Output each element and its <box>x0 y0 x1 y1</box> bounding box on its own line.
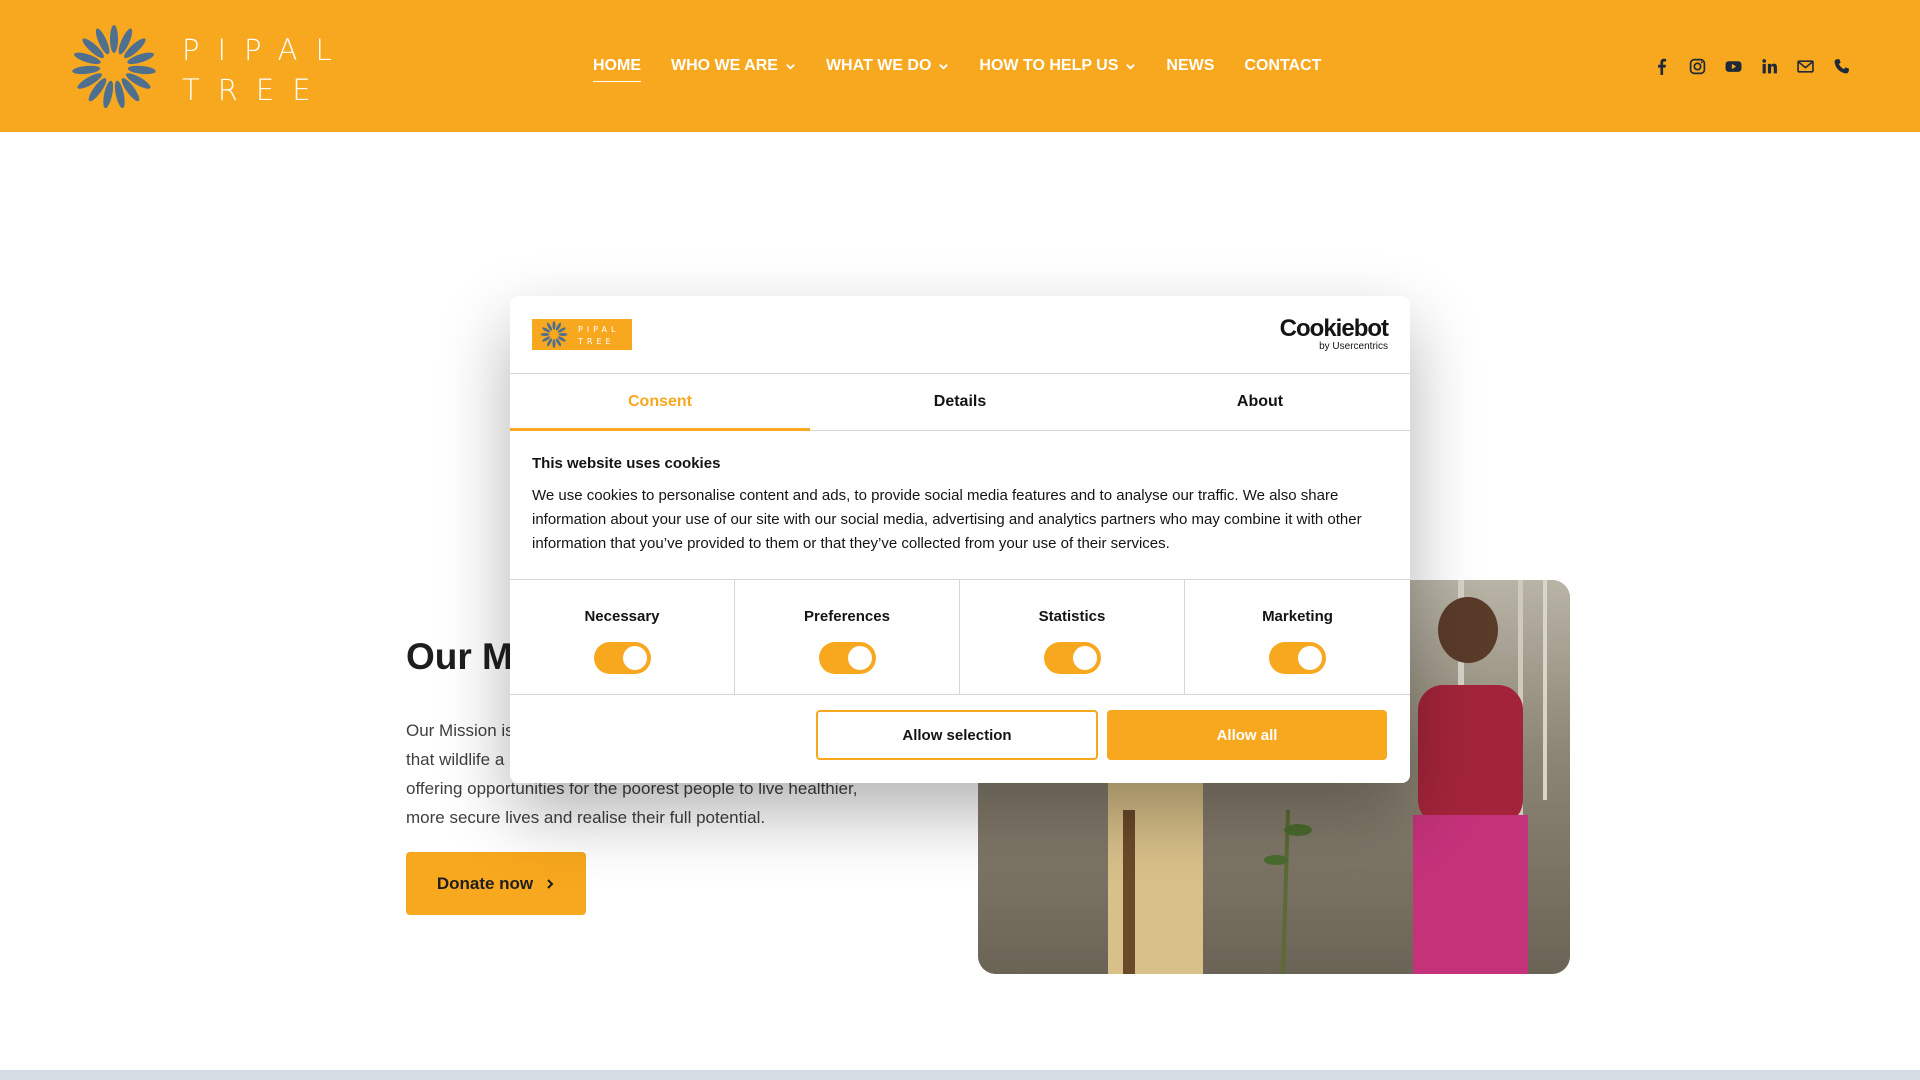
logo-line-2: TREE <box>577 337 615 346</box>
preferences-toggle[interactable] <box>818 642 876 674</box>
toggle-knob <box>847 646 872 670</box>
toggle-knob <box>1072 646 1097 670</box>
mission-title: Our Mi <box>406 636 524 677</box>
logo-wordmark: PIPAL TREE <box>182 30 350 110</box>
cookie-tabs: Consent Details About <box>510 373 1410 431</box>
logo-line-1: PIPAL <box>578 325 619 334</box>
category-preferences: Preferences <box>735 580 960 694</box>
mission-text-line: more secure lives and realise their full… <box>406 808 766 827</box>
cookie-heading: This website uses cookies <box>532 455 721 472</box>
chevron-down-icon <box>939 63 949 70</box>
category-label: Marketing <box>1262 608 1333 625</box>
nav-item-label: WHAT WE DO <box>825 57 932 74</box>
allow-all-button[interactable]: Allow all <box>1107 710 1387 760</box>
statistics-toggle[interactable] <box>1043 642 1101 674</box>
tab-about[interactable]: About <box>1110 373 1410 430</box>
nav-item-what-we-do[interactable]: WHAT WE DO <box>826 52 949 80</box>
marketing-toggle[interactable] <box>1269 642 1326 674</box>
pipal-sun-icon <box>72 25 156 109</box>
cookie-description: We use cookies to personalise content an… <box>532 487 1362 552</box>
cookie-body: This website uses cookies We use cookies… <box>532 455 1388 556</box>
category-label: Preferences <box>804 608 890 625</box>
nav-item-news[interactable]: NEWS <box>1166 52 1214 80</box>
footer-strip <box>0 1070 1920 1080</box>
pipal-tree-logo: PIPAL TREE <box>532 319 632 350</box>
logo-line-2: TREE <box>182 73 329 107</box>
cookiebot-logo[interactable]: Cookiebot by Usercentrics <box>1279 315 1389 353</box>
site-logo[interactable]: PIPAL TREE <box>70 24 340 110</box>
email-icon[interactable] <box>1795 56 1815 76</box>
chevron-down-icon <box>786 63 795 70</box>
nav-item-home[interactable]: HOME <box>593 52 641 82</box>
necessary-toggle[interactable] <box>593 642 651 674</box>
category-label: Statistics <box>1038 608 1106 625</box>
category-marketing: Marketing <box>1185 580 1410 694</box>
donate-button-label: Donate now <box>436 873 534 893</box>
category-statistics: Statistics <box>960 580 1185 694</box>
cookie-consent-dialog: PIPAL TREE Cookiebot by Usercentrics Con… <box>510 296 1410 783</box>
allow-selection-button[interactable]: Allow selection <box>816 710 1098 760</box>
instagram-icon[interactable] <box>1687 56 1707 76</box>
social-links <box>1651 56 1867 76</box>
nav-item-who-we-are[interactable]: WHO WE ARE <box>671 52 796 80</box>
cookiebot-sub: by Usercentrics <box>1319 341 1388 352</box>
logo-line-1: PIPAL <box>182 33 350 67</box>
toggle-knob <box>1298 646 1322 670</box>
category-necessary: Necessary <box>510 580 735 694</box>
nav-item-label: NEWS <box>1166 57 1215 74</box>
nav-item-label: HOW TO HELP US <box>979 57 1119 74</box>
nav-item-contact[interactable]: CONTACT <box>1244 52 1321 80</box>
category-label: Necessary <box>584 608 660 625</box>
linkedin-icon[interactable] <box>1759 56 1779 76</box>
youtube-icon[interactable] <box>1723 56 1743 76</box>
site-header: PIPAL TREE HOME WHO WE ARE WHAT WE DO HO… <box>0 0 1920 132</box>
tab-details[interactable]: Details <box>810 373 1110 430</box>
pipal-sun-icon: PIPAL TREE <box>540 321 619 348</box>
nav-item-label: CONTACT <box>1244 57 1322 74</box>
nav-item-how-to-help-us[interactable]: HOW TO HELP US <box>979 52 1136 80</box>
donate-button[interactable]: Donate now <box>406 852 586 915</box>
facebook-icon[interactable] <box>1651 56 1671 76</box>
nav-item-label: WHO WE ARE <box>671 57 778 74</box>
phone-icon[interactable] <box>1831 56 1851 76</box>
tab-consent[interactable]: Consent <box>510 373 810 431</box>
main-nav: HOME WHO WE ARE WHAT WE DO HOW TO HELP U… <box>593 52 1351 82</box>
cookiebot-brand: Cookiebot <box>1279 315 1389 342</box>
nav-item-label: HOME <box>593 57 641 74</box>
cookie-categories: Necessary Preferences Statistics Marketi… <box>510 579 1410 695</box>
toggle-knob <box>622 646 647 670</box>
cookie-dialog-header: PIPAL TREE Cookiebot by Usercentrics <box>510 296 1410 374</box>
chevron-down-icon <box>1126 63 1136 70</box>
chevron-right-icon <box>547 878 554 889</box>
